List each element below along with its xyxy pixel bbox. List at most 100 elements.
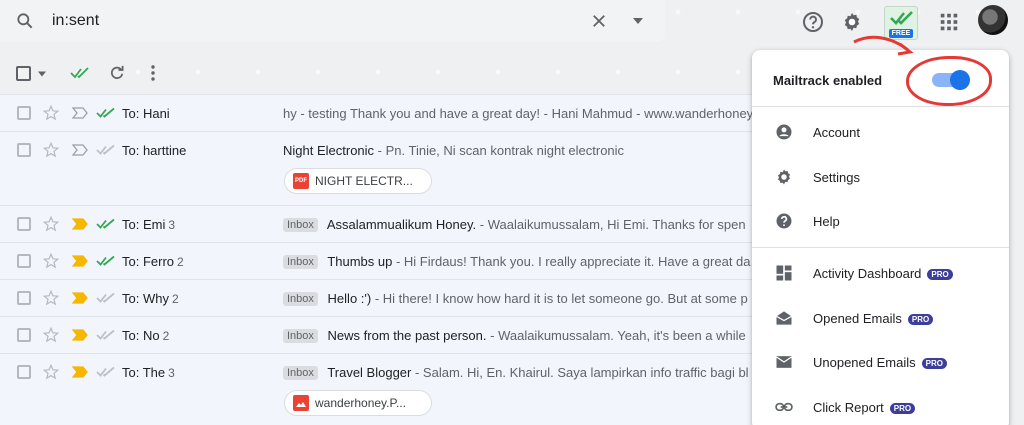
email-row[interactable]: To: Ferro 2 Inbox Thumbs up - Hi Firdaus!… — [0, 242, 760, 279]
email-row[interactable]: To: No 2 Inbox News from the past person.… — [0, 316, 760, 353]
star-icon[interactable] — [42, 215, 60, 233]
attachment-chip[interactable]: wanderhoney.P... — [284, 390, 432, 416]
sender: To: No 2 — [122, 328, 170, 343]
star-icon[interactable] — [42, 252, 60, 270]
star-icon[interactable] — [42, 104, 60, 122]
opened-mail-icon — [776, 310, 792, 325]
row-checkbox[interactable] — [17, 291, 31, 305]
menu-item-label: Activity Dashboard PRO — [813, 266, 953, 281]
gear-icon — [778, 169, 790, 184]
more-vert-icon[interactable] — [150, 64, 156, 82]
email-snippet: hy - testing Thank you and have a great … — [283, 106, 753, 121]
mailtrack-menu: Mailtrack enabled Account Settings Help … — [752, 50, 1009, 425]
row-checkbox[interactable] — [17, 143, 31, 157]
important-marker-icon[interactable] — [72, 366, 88, 378]
sender: To: Why 2 — [122, 291, 179, 306]
sender: To: Hani — [122, 106, 170, 121]
unopened-mail-icon — [776, 356, 792, 368]
important-marker-icon[interactable] — [72, 329, 88, 341]
email-preview: Inbox Assalammualikum Honey. - Waalaikum… — [283, 217, 753, 232]
email-preview: Inbox Travel Blogger - Salam. Hi, En. Kh… — [283, 365, 753, 380]
row-checkbox[interactable] — [17, 106, 31, 120]
important-marker-icon[interactable] — [72, 218, 88, 230]
important-marker-icon[interactable] — [72, 107, 88, 119]
email-row[interactable]: To: Emi 3 Inbox Assalammualikum Honey. - … — [0, 205, 760, 242]
label-chip[interactable]: Inbox — [283, 366, 318, 380]
image-icon — [293, 395, 309, 411]
menu-item-label: Account — [813, 125, 860, 140]
sender: To: Ferro 2 — [122, 254, 184, 269]
pro-badge: PRO — [889, 402, 916, 414]
annotation-circle — [906, 56, 992, 106]
menu-item-label: Opened Emails PRO — [813, 311, 934, 326]
email-row[interactable]: To: harttine Night Electronic - Pn. Tini… — [0, 131, 760, 205]
email-preview: Inbox News from the past person. - Waala… — [283, 328, 753, 343]
email-preview: hy - testing Thank you and have a great … — [283, 106, 753, 121]
gear-icon[interactable] — [840, 10, 864, 34]
help-icon[interactable] — [801, 10, 825, 34]
pro-badge: PRO — [921, 358, 947, 369]
email-preview: Inbox Thumbs up - Hi Firdaus! Thank you.… — [283, 254, 753, 269]
star-icon[interactable] — [42, 141, 60, 159]
menu-item-opened-emails[interactable]: Opened Emails PRO — [752, 300, 1009, 336]
label-chip[interactable]: Inbox — [283, 218, 318, 232]
label-chip[interactable]: Inbox — [283, 255, 318, 269]
menu-item-help[interactable]: Help — [752, 203, 1009, 239]
email-row[interactable]: To: Why 2 Inbox Hello :') - Hi there! I k… — [0, 279, 760, 316]
search-box[interactable]: in:sent — [0, 0, 665, 42]
email-subject: Travel Blogger — [327, 365, 412, 380]
row-checkbox[interactable] — [17, 217, 31, 231]
star-icon[interactable] — [42, 289, 60, 307]
email-snippet: - Waalaikumussalam, Hi Emi. Thanks for s… — [476, 217, 746, 232]
menu-item-unopened-emails[interactable]: Unopened Emails PRO — [752, 344, 1009, 380]
menu-item-account[interactable]: Account — [752, 114, 1009, 150]
important-marker-icon[interactable] — [72, 292, 88, 304]
important-marker-icon[interactable] — [72, 144, 88, 156]
email-snippet: - Pn. Tinie, Ni scan kontrak night elect… — [374, 143, 625, 158]
thread-count: 2 — [162, 329, 170, 343]
star-icon[interactable] — [42, 363, 60, 381]
sender: To: harttine — [122, 143, 187, 158]
search-input[interactable]: in:sent — [52, 12, 99, 30]
double-check-icon — [96, 107, 115, 118]
email-subject: Thumbs up — [327, 254, 393, 269]
email-preview: Inbox Hello :') - Hi there! I know how h… — [283, 291, 753, 306]
thread-count: 2 — [177, 255, 184, 269]
email-row[interactable]: To: The 3 Inbox Travel Blogger - Salam. H… — [0, 353, 760, 425]
email-snippet: - Hi Firdaus! Thank you. I really apprec… — [392, 254, 751, 269]
apps-grid-icon[interactable] — [938, 11, 960, 33]
caret-down-icon[interactable] — [632, 16, 644, 26]
pro-badge: PRO — [907, 313, 934, 325]
double-check-icon[interactable] — [70, 66, 90, 80]
avatar[interactable] — [978, 5, 1008, 35]
menu-item-label: Settings — [813, 169, 860, 185]
menu-item-click-report[interactable]: Click Report PRO — [752, 389, 1009, 425]
pdf-icon: PDF — [293, 173, 309, 189]
important-marker-icon[interactable] — [72, 255, 88, 267]
attachment-chip[interactable]: PDF NIGHT ELECTR... — [284, 168, 432, 194]
double-check-icon — [96, 218, 115, 229]
select-caret-icon[interactable] — [38, 71, 46, 77]
link-icon — [775, 402, 793, 411]
menu-item-settings[interactable]: Settings — [752, 159, 1009, 195]
label-chip[interactable]: Inbox — [283, 292, 318, 306]
row-checkbox[interactable] — [17, 328, 31, 342]
label-chip[interactable]: Inbox — [283, 329, 318, 343]
email-snippet: - Salam. Hi, En. Khairul. Saya lampirkan… — [411, 365, 749, 380]
email-preview: Night Electronic - Pn. Tinie, Ni scan ko… — [283, 143, 753, 158]
star-icon[interactable] — [42, 326, 60, 344]
close-icon[interactable] — [590, 12, 608, 30]
dashboard-icon — [776, 265, 792, 281]
thread-count: 3 — [168, 218, 176, 232]
email-list: To: Hani hy - testing Thank you and have… — [0, 94, 760, 425]
double-check-icon — [96, 255, 115, 266]
row-checkbox[interactable] — [17, 365, 31, 379]
thread-count: 2 — [171, 292, 179, 306]
search-icon[interactable] — [15, 11, 35, 31]
row-checkbox[interactable] — [17, 254, 31, 268]
email-row[interactable]: To: Hani hy - testing Thank you and have… — [0, 94, 760, 131]
select-all-checkbox[interactable] — [16, 66, 31, 81]
menu-item-activity-dashboard[interactable]: Activity Dashboard PRO — [752, 255, 1009, 291]
list-toolbar — [0, 58, 760, 90]
refresh-icon[interactable] — [108, 64, 126, 82]
